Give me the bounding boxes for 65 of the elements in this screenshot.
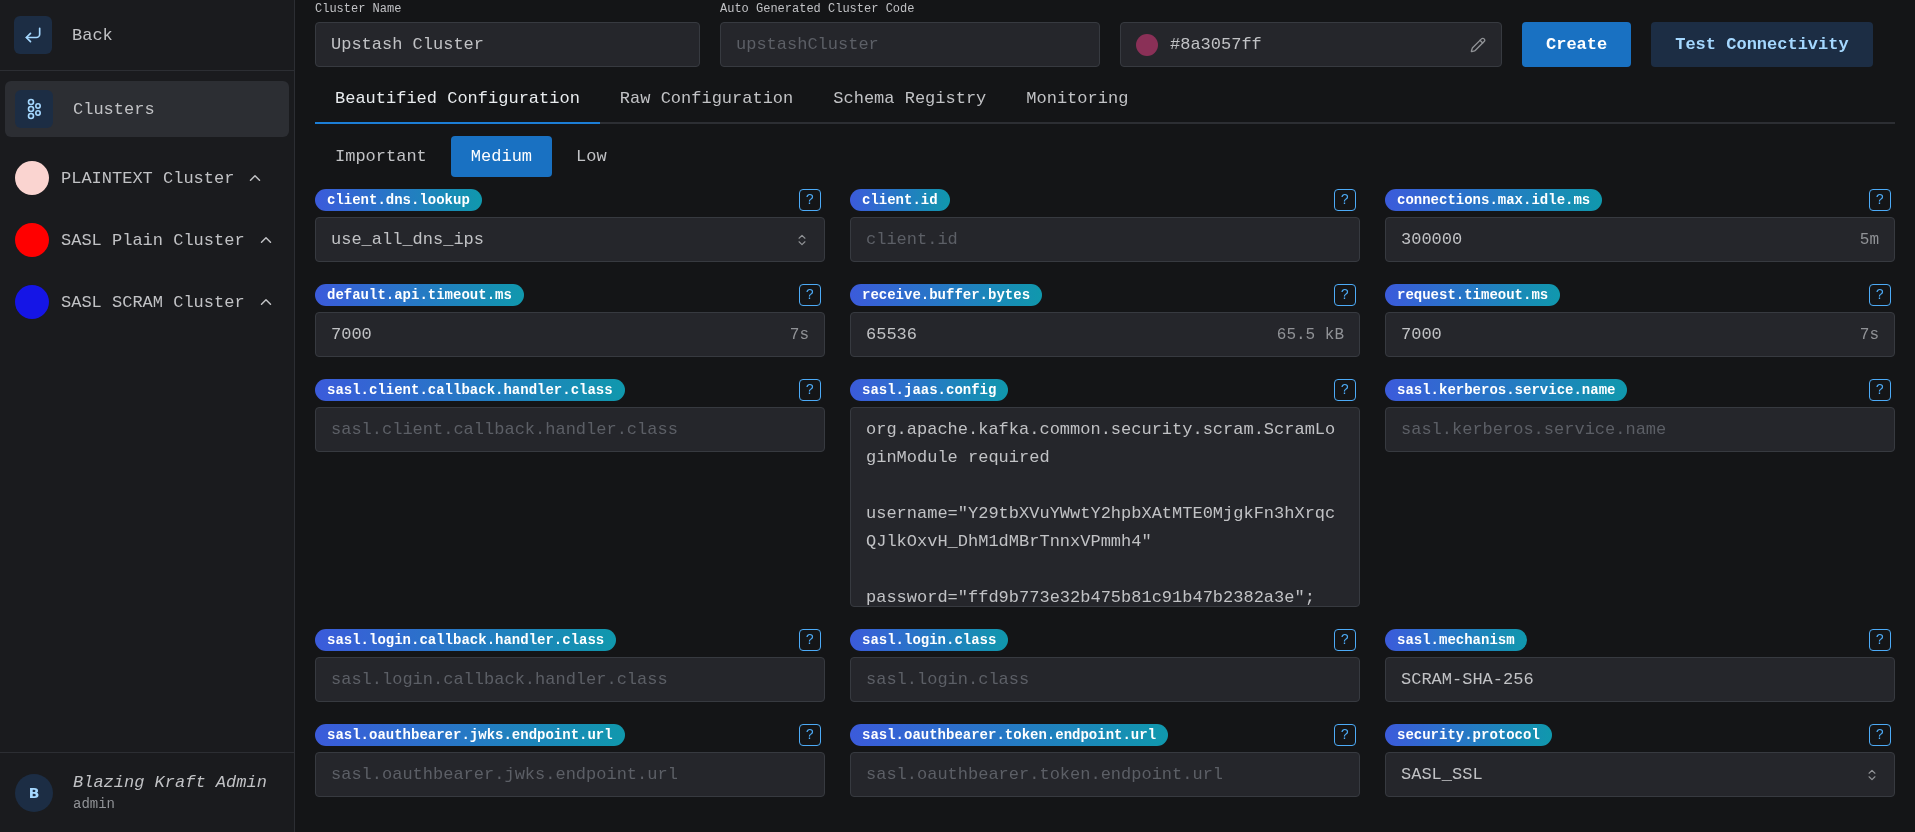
input-field[interactable]: 300000 5m <box>1385 217 1895 262</box>
tab[interactable]: Beautified Configuration <box>315 75 600 124</box>
create-button[interactable]: Create <box>1522 22 1632 67</box>
help-icon[interactable]: ? <box>1869 284 1891 306</box>
help-icon[interactable]: ? <box>1334 724 1356 746</box>
config-key-badge: default.api.timeout.ms <box>315 284 524 306</box>
nav-item[interactable]: Clusters <box>5 81 289 137</box>
field-label: Auto Generated Cluster Code <box>720 2 916 16</box>
config-key-badge: sasl.oauthbearer.jwks.endpoint.url <box>315 724 625 746</box>
config-key-badge: sasl.oauthbearer.token.endpoint.url <box>850 724 1169 746</box>
config-key-badge: sasl.client.callback.handler.class <box>315 379 625 401</box>
level-tab[interactable]: Important <box>315 136 447 177</box>
cluster-item[interactable]: SASL SCRAM Cluster <box>0 271 294 333</box>
config-key-badge: security.protocol <box>1385 724 1552 746</box>
help-icon[interactable]: ? <box>1869 629 1891 651</box>
tab[interactable]: Schema Registry <box>813 75 1007 124</box>
tab[interactable]: Monitoring <box>1006 75 1149 124</box>
help-icon[interactable]: ? <box>1869 724 1891 746</box>
cluster-item[interactable]: PLAINTEXT Cluster <box>0 147 294 209</box>
unit-hint: 5m <box>1859 230 1879 249</box>
input-field[interactable]: Upstash Cluster <box>315 22 700 67</box>
level-tab[interactable]: Medium <box>450 136 553 177</box>
config-key-badge: request.timeout.ms <box>1385 284 1561 306</box>
input-field[interactable]: 7000 7s <box>1385 312 1895 357</box>
help-icon[interactable]: ? <box>1869 189 1891 211</box>
field-label: Cluster Name <box>315 2 403 16</box>
color-input-field[interactable]: #8a3057ff <box>1120 22 1502 67</box>
unit-hint: 7s <box>1859 325 1879 344</box>
input-field[interactable]: 65536 65.5 kB <box>850 312 1360 357</box>
input-field[interactable]: 7000 7s <box>315 312 825 357</box>
user-avatar: B <box>15 773 53 812</box>
level-tab[interactable]: Low <box>556 136 627 177</box>
config-key-badge: receive.buffer.bytes <box>850 284 1043 306</box>
text-area[interactable]: org.apache.kafka.common.security.scram.ScramLoginModule required username="Y29tbXVuYWwtY2hpbXAtMTE0MjgkFn3hXrqcQJlkOxvH_DhM1dMBrTnnxVPmmh4" password="ffd9b773e32b475b81c91b47b2382a3e"; <box>850 407 1360 607</box>
pencil-icon <box>1470 36 1486 53</box>
select-field[interactable]: use_all_dns_ips <box>315 217 825 262</box>
help-icon[interactable]: ? <box>799 379 821 401</box>
help-icon[interactable]: ? <box>799 724 821 746</box>
help-icon[interactable]: ? <box>799 189 821 211</box>
help-icon[interactable]: ? <box>1334 379 1356 401</box>
unit-hint: 65.5 kB <box>1276 325 1344 344</box>
config-key-badge: sasl.login.callback.handler.class <box>315 629 617 651</box>
user-name: Blazing Kraft Admin <box>73 773 267 792</box>
help-icon[interactable]: ? <box>1334 284 1356 306</box>
config-key-badge: client.id <box>850 189 950 211</box>
config-key-badge: sasl.kerberos.service.name <box>1385 379 1628 401</box>
unit-hint: 7s <box>789 325 809 344</box>
user-role: admin <box>73 796 116 812</box>
select-field[interactable]: SASL_SSL <box>1385 752 1895 797</box>
config-key-badge: sasl.jaas.config <box>850 379 1009 401</box>
config-key-badge: sasl.login.class <box>850 629 1009 651</box>
cluster-item[interactable]: SASL Plain Cluster <box>0 209 294 271</box>
config-key-badge: connections.max.idle.ms <box>1385 189 1603 211</box>
back-button[interactable]: Back <box>14 14 113 56</box>
help-icon[interactable]: ? <box>1869 379 1891 401</box>
help-icon[interactable]: ? <box>799 284 821 306</box>
tab[interactable]: Raw Configuration <box>599 75 814 124</box>
help-icon[interactable]: ? <box>1334 629 1356 651</box>
help-icon[interactable]: ? <box>799 629 821 651</box>
input-field[interactable]: SCRAM-SHA-256 <box>1385 657 1895 702</box>
test-connectivity-button[interactable]: Test Connectivity <box>1651 22 1873 67</box>
cluster-nodes-icon <box>15 90 53 128</box>
config-key-badge: sasl.mechanism <box>1385 629 1527 651</box>
help-icon[interactable]: ? <box>1334 189 1356 211</box>
config-key-badge: client.dns.lookup <box>315 189 482 211</box>
